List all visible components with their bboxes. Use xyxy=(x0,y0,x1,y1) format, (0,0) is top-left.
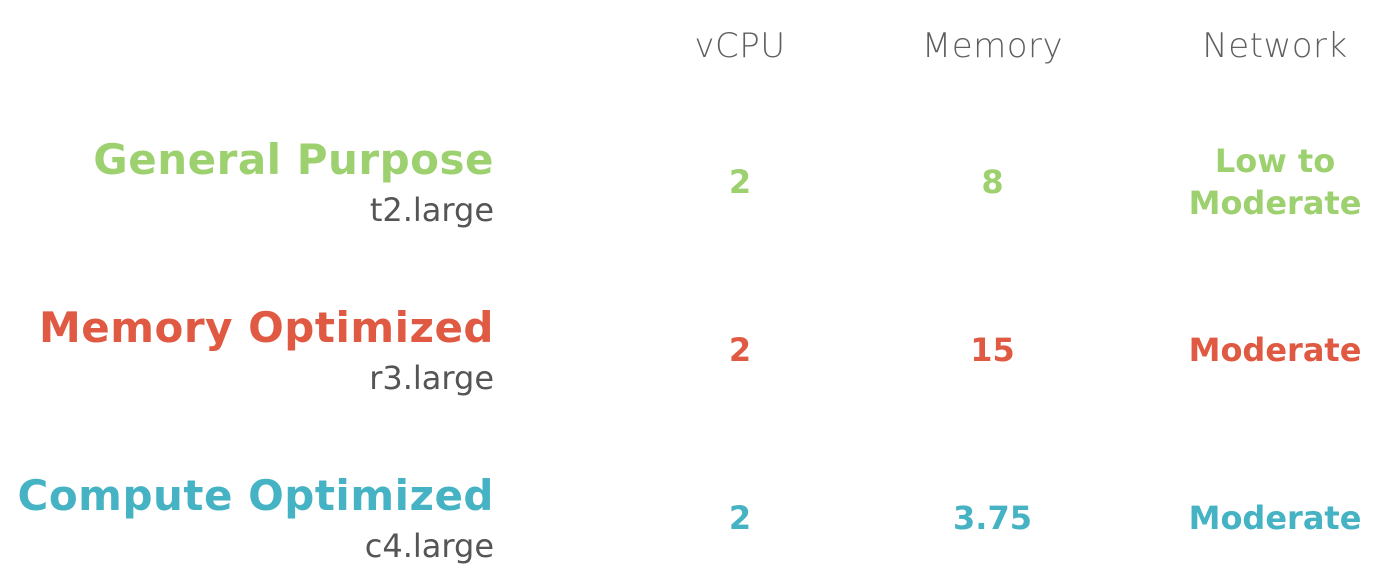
instance-comparison-slide: vCPU Memory Network General Purpose t2.l… xyxy=(0,0,1380,578)
table-row-memory-optimized: Memory Optimized r3.large 2 15 Moderate xyxy=(0,302,1380,422)
column-header-vcpu: vCPU xyxy=(694,26,786,66)
network-value-text: Low to Moderate xyxy=(1188,142,1362,222)
row-instance-type: r3.large xyxy=(369,359,494,397)
network-value: Low to Moderate xyxy=(1170,134,1380,230)
table-row-general-purpose: General Purpose t2.large 2 8 Low to Mode… xyxy=(0,134,1380,254)
row-instance-type: c4.large xyxy=(364,527,494,565)
vcpu-value: 2 xyxy=(728,163,752,201)
row-title: Compute Optimized xyxy=(17,471,494,520)
network-value: Moderate xyxy=(1188,499,1362,537)
memory-value: 8 xyxy=(981,163,1004,201)
row-instance-type: t2.large xyxy=(369,191,494,229)
table-row-compute-optimized: Compute Optimized c4.large 2 3.75 Modera… xyxy=(0,470,1380,578)
column-header-memory: Memory xyxy=(921,26,1064,66)
memory-value: 3.75 xyxy=(953,499,1032,537)
memory-value: 15 xyxy=(970,331,1015,369)
row-title: General Purpose xyxy=(93,135,494,184)
vcpu-value: 2 xyxy=(728,331,752,369)
vcpu-value: 2 xyxy=(728,499,752,537)
column-header-network: Network xyxy=(1202,26,1348,66)
row-title: Memory Optimized xyxy=(38,303,494,352)
network-value: Moderate xyxy=(1188,331,1362,369)
